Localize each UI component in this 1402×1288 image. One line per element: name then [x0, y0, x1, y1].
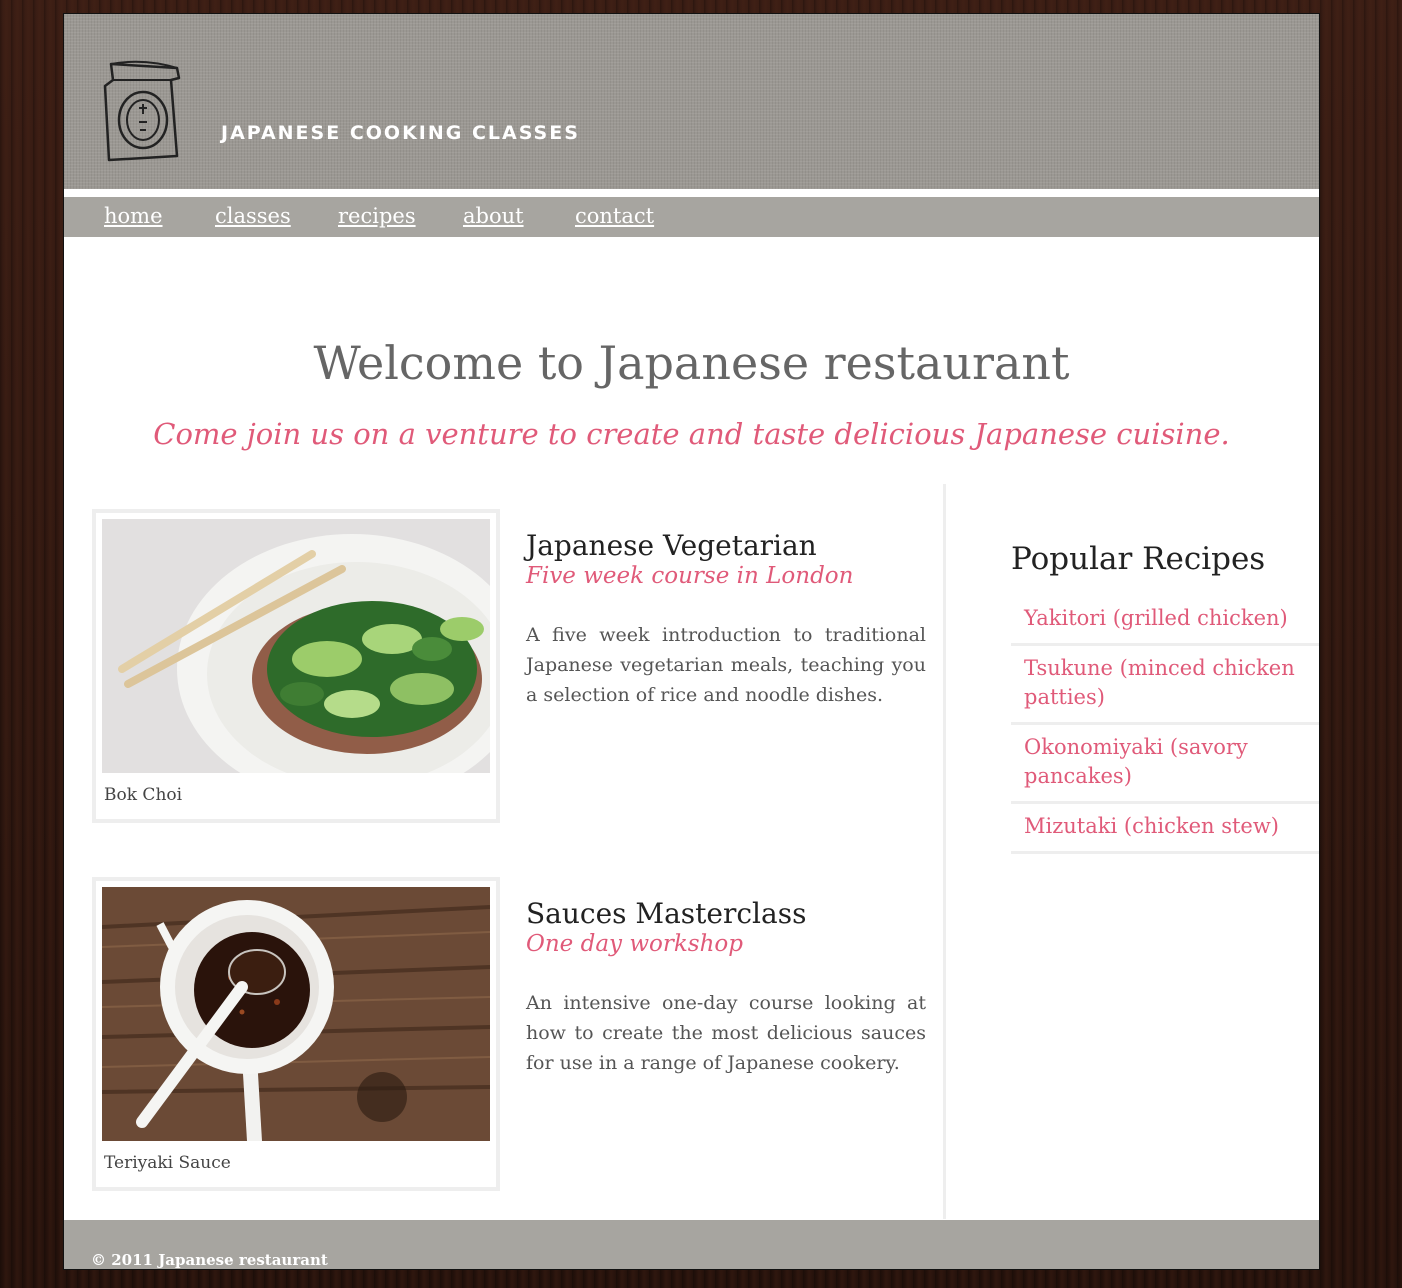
class-subtitle: Five week course in London	[526, 563, 854, 589]
nav-about-link[interactable]: about	[463, 204, 524, 228]
recipe-link-okonomiyaki[interactable]: Okonomiyaki (savory pancakes)	[1011, 725, 1319, 804]
teriyaki-sauce-photo	[102, 887, 490, 1141]
nav-home-link[interactable]: home	[104, 204, 163, 228]
page-title: Welcome to Japanese restaurant	[313, 336, 1070, 390]
class-subtitle: One day workshop	[526, 931, 743, 957]
sidebar-title: Popular Recipes	[1011, 541, 1266, 577]
bok-choi-photo	[102, 519, 490, 773]
site-title: JAPANESE COOKING CLASSES	[221, 122, 580, 144]
nav-classes-link[interactable]: classes	[215, 204, 291, 228]
nav-recipes-link[interactable]: recipes	[338, 204, 416, 228]
popular-recipes-list: Yakitori (grilled chicken) Tsukune (minc…	[1011, 596, 1319, 854]
main-nav: home classes recipes about contact	[64, 195, 1319, 237]
class-image-card: Teriyaki Sauce	[92, 877, 500, 1191]
image-caption: Bok Choi	[104, 785, 183, 805]
image-caption: Teriyaki Sauce	[104, 1153, 231, 1173]
page-tagline: Come join us on a venture to create and …	[153, 417, 1230, 451]
recipe-link-tsukune[interactable]: Tsukune (minced chicken patties)	[1011, 646, 1319, 725]
bag-logo-icon	[103, 60, 181, 162]
recipe-link-mizutaki[interactable]: Mizutaki (chicken stew)	[1011, 804, 1319, 854]
column-divider	[943, 484, 946, 1219]
nav-contact-link[interactable]: contact	[575, 204, 654, 228]
class-title: Sauces Masterclass	[526, 897, 807, 930]
class-title: Japanese Vegetarian	[526, 529, 817, 562]
class-description: A five week introduction to traditional …	[526, 624, 926, 706]
site-footer: © 2011 Japanese restaurant	[64, 1220, 1319, 1269]
copyright-text: © 2011 Japanese restaurant	[91, 1251, 328, 1269]
class-description: An intensive one-day course looking at h…	[526, 992, 926, 1074]
class-image-card: Bok Choi	[92, 509, 500, 823]
page-container: JAPANESE COOKING CLASSES home classes re…	[63, 13, 1320, 1270]
recipe-link-yakitori[interactable]: Yakitori (grilled chicken)	[1011, 596, 1319, 646]
site-header: JAPANESE COOKING CLASSES	[64, 14, 1319, 189]
